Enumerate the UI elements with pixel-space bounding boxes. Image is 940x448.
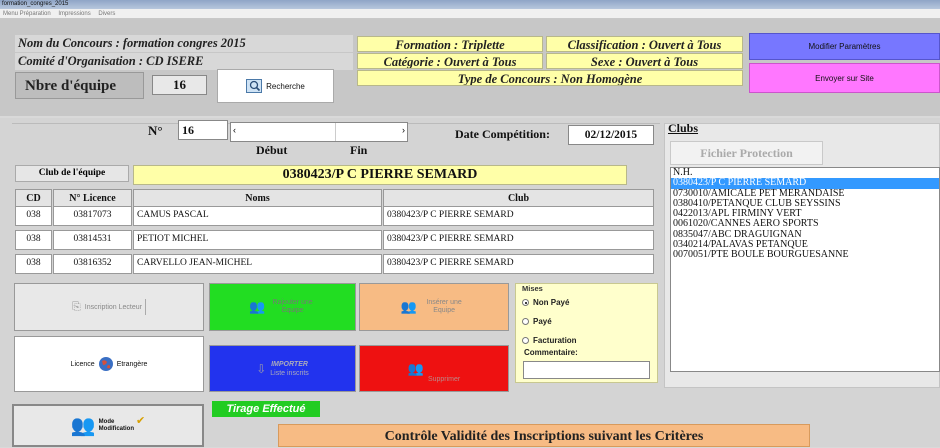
liste-inscrits-label: Liste inscrits bbox=[270, 369, 309, 377]
inscription-lecteur-label: Inscription Lecteur bbox=[84, 303, 142, 311]
team-scrollbar[interactable]: ‹ › bbox=[230, 122, 408, 142]
mode-text: Mode Modification bbox=[99, 419, 134, 433]
importer-label: IMPORTER bbox=[271, 360, 308, 368]
sexe-label: Sexe : Ouvert à Tous bbox=[546, 53, 743, 69]
radio-dot[interactable] bbox=[522, 318, 529, 325]
users-icon: 👥 bbox=[407, 360, 424, 376]
importer-text: IMPORTER Liste inscrits bbox=[270, 360, 309, 378]
club-equipe-label: Club de l'équipe bbox=[15, 165, 129, 182]
team-number-value[interactable]: 16 bbox=[178, 120, 228, 140]
window-title: formation_congres_2015 bbox=[0, 0, 940, 9]
cell-cd[interactable]: 038 bbox=[15, 206, 52, 226]
radio-facturation[interactable]: Facturation bbox=[522, 336, 577, 345]
inscription-lecteur-button[interactable]: ⎘ Inscription Lecteur bbox=[14, 283, 204, 331]
club-list-item[interactable]: 0070051/PTE BOULE BOURGUESANNE bbox=[671, 250, 939, 261]
club-equipe-value: 0380423/P C PIERRE SEMARD bbox=[133, 165, 627, 185]
modifier-parametres-button[interactable]: Modifier Paramètres bbox=[749, 33, 940, 60]
users-edit-icon: 👥 bbox=[70, 415, 96, 437]
recherche-button[interactable]: Recherche bbox=[217, 69, 334, 103]
team-number-label: N° bbox=[148, 123, 163, 138]
cell-cd[interactable]: 038 bbox=[15, 230, 52, 250]
fichier-protection-button[interactable]: Fichier Protection bbox=[670, 141, 823, 165]
mode-modification-button[interactable]: 👥 Mode Modification ✔ bbox=[12, 404, 204, 447]
supprimer-button[interactable]: 👥 Supprimer bbox=[359, 345, 509, 392]
menu-item-impressions[interactable]: Impressions bbox=[58, 11, 90, 17]
concours-name: Nom du Concours : formation congres 2015 bbox=[15, 35, 353, 52]
debut-label: Début bbox=[256, 143, 288, 157]
commentaire-label: Commentaire: bbox=[524, 348, 578, 357]
envoyer-site-button[interactable]: Envoyer sur Site bbox=[749, 63, 940, 93]
categorie-label: Catégorie : Ouvert à Tous bbox=[357, 53, 543, 69]
cell-licence[interactable]: 03816352 bbox=[53, 254, 132, 274]
menu-item-preparation[interactable]: Menu Préparation bbox=[3, 11, 51, 17]
cell-licence[interactable]: 03814531 bbox=[53, 230, 132, 250]
tirage-effectue-status: Tirage Effectué bbox=[212, 401, 320, 417]
commentaire-input[interactable] bbox=[523, 361, 650, 379]
date-competition-value[interactable]: 02/12/2015 bbox=[568, 125, 654, 145]
scroll-left-icon[interactable]: ‹ bbox=[233, 125, 236, 135]
cell-club[interactable]: 0380423/P C PIERRE SEMARD bbox=[383, 254, 654, 274]
recherche-label: Recherche bbox=[266, 81, 305, 91]
radio-non-paye[interactable]: Non Payé bbox=[522, 298, 569, 307]
clubs-title: Clubs bbox=[668, 121, 699, 135]
classification-label: Classification : Ouvert à Tous bbox=[546, 36, 743, 52]
menu-item-divers[interactable]: Divers bbox=[98, 11, 115, 17]
clubs-listbox[interactable]: N.H. 0380423/P C PIERRE SEMARD 0730010/AMI… bbox=[670, 167, 940, 372]
licence-etrangere-button[interactable]: Licence Etrangère bbox=[14, 336, 204, 392]
comite-organisation: Comité d'Organisation : CD ISERE bbox=[15, 53, 353, 70]
nbre-equipe-label: Nbre d'équipe bbox=[25, 78, 116, 94]
menu-bar: Menu Préparation Impressions Divers bbox=[0, 9, 940, 19]
cell-nom[interactable]: CAMUS PASCAL bbox=[133, 206, 382, 226]
etrangere-label: Etrangère bbox=[116, 360, 148, 368]
mises-panel: Mises Non Payé Payé Facturation Commenta… bbox=[515, 283, 658, 383]
cell-nom[interactable]: PETIOT MICHEL bbox=[133, 230, 382, 250]
formation-label: Formation : Triplette bbox=[357, 36, 543, 52]
cell-licence[interactable]: 03817073 bbox=[53, 206, 132, 226]
mode-label: Mode bbox=[98, 418, 115, 425]
licence-label: Licence bbox=[70, 360, 95, 368]
inserer-equipe-label: Insérer une Equipe bbox=[426, 299, 462, 314]
radio-paye[interactable]: Payé bbox=[522, 317, 552, 326]
nbre-equipe-box: Nbre d'équipe bbox=[15, 72, 144, 99]
importer-button[interactable]: ⇩ IMPORTER Liste inscrits bbox=[209, 345, 356, 392]
inserer-equipe-button[interactable]: 👥 Insérer une Equipe bbox=[359, 283, 509, 331]
scroll-divider bbox=[335, 123, 336, 141]
radio-paye-label: Payé bbox=[533, 317, 552, 326]
modification-label: Modification bbox=[98, 425, 135, 432]
radio-dot[interactable] bbox=[522, 337, 529, 344]
rajouter-equipe-button[interactable]: 👥 Rajouter une Equipe bbox=[209, 283, 356, 331]
search-icon bbox=[246, 79, 263, 93]
radio-facturation-label: Facturation bbox=[533, 336, 577, 345]
supprimer-label: Supprimer bbox=[427, 376, 461, 383]
separator bbox=[145, 299, 146, 315]
cell-cd[interactable]: 038 bbox=[15, 254, 52, 274]
radio-non-paye-label: Non Payé bbox=[533, 298, 570, 307]
card-reader-icon: ⎘ bbox=[71, 300, 81, 313]
globe-icon bbox=[98, 357, 113, 371]
controle-validite-button[interactable]: Contrôle Validité des Inscriptions suiva… bbox=[278, 424, 810, 447]
import-icon: ⇩ bbox=[256, 361, 267, 376]
type-concours-label: Type de Concours : Non Homogène bbox=[357, 70, 743, 86]
fin-label: Fin bbox=[350, 143, 368, 157]
nbre-equipe-value: 16 bbox=[152, 75, 207, 95]
date-competition-label: Date Compétition: bbox=[455, 127, 550, 141]
cell-nom[interactable]: CARVELLO JEAN-MICHEL bbox=[133, 254, 382, 274]
scroll-right-icon[interactable]: › bbox=[402, 125, 405, 135]
cell-club[interactable]: 0380423/P C PIERRE SEMARD bbox=[383, 230, 654, 250]
mises-title: Mises bbox=[522, 284, 543, 293]
radio-dot[interactable] bbox=[522, 299, 529, 306]
check-icon: ✔ bbox=[136, 415, 146, 427]
cell-club[interactable]: 0380423/P C PIERRE SEMARD bbox=[383, 206, 654, 226]
users-icon: 👥 bbox=[249, 299, 266, 314]
users-icon: 👥 bbox=[400, 299, 418, 314]
rajouter-equipe-label: Rajouter une Equipe bbox=[272, 299, 313, 314]
